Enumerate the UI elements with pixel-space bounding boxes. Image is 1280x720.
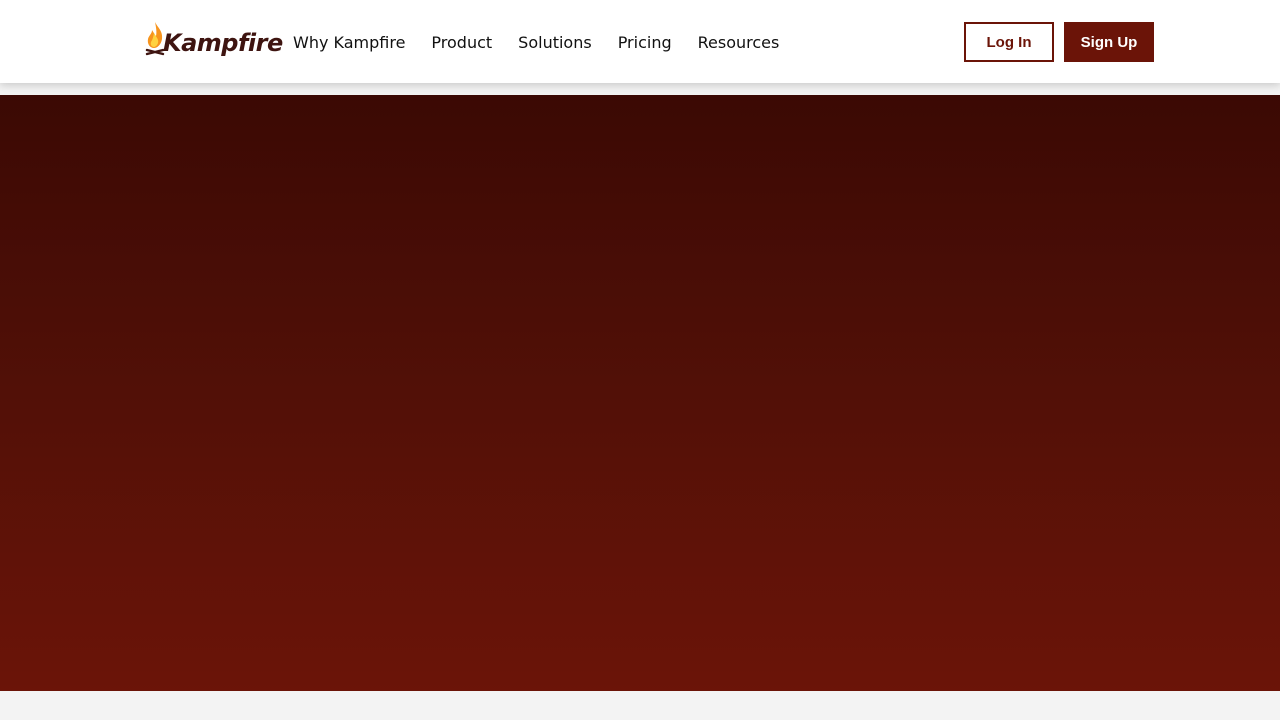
signup-button[interactable]: Sign Up bbox=[1064, 22, 1154, 62]
nav-item-resources[interactable]: Resources bbox=[698, 33, 780, 52]
login-button[interactable]: Log In bbox=[964, 22, 1054, 62]
brand-name: Kampfire bbox=[163, 29, 283, 57]
nav-item-solutions[interactable]: Solutions bbox=[518, 33, 592, 52]
hero-banner bbox=[0, 95, 1280, 691]
nav-item-why-kampfire[interactable]: Why Kampfire bbox=[293, 33, 405, 52]
nav-item-pricing[interactable]: Pricing bbox=[618, 33, 672, 52]
site-header: Kampfire Why Kampfire Product Solutions … bbox=[0, 0, 1280, 83]
brand-logo[interactable]: Kampfire bbox=[144, 16, 283, 56]
nav-item-product[interactable]: Product bbox=[431, 33, 492, 52]
main-nav: Why Kampfire Product Solutions Pricing R… bbox=[293, 31, 805, 53]
